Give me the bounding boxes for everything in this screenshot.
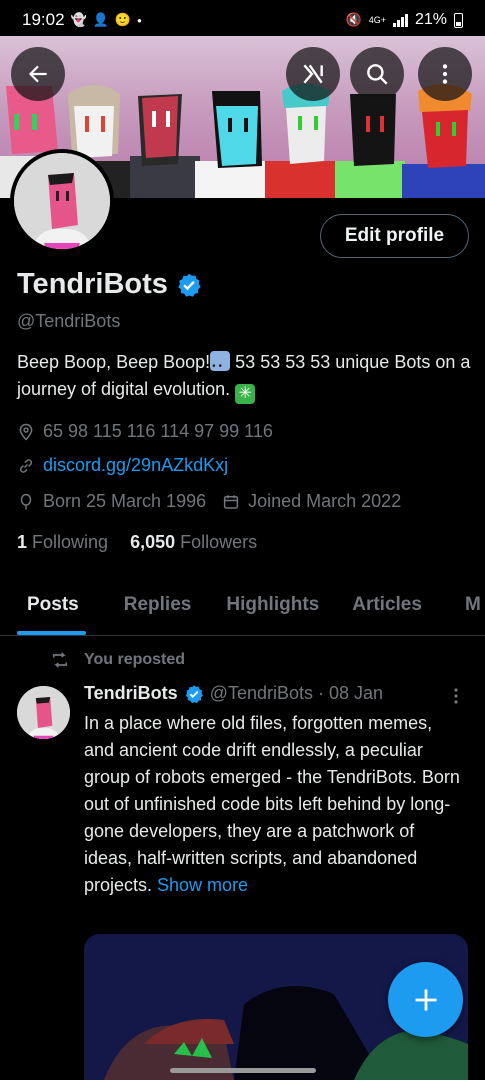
emoji-notification-icon: 🙂 xyxy=(114,12,132,27)
search-button[interactable] xyxy=(350,47,404,101)
repost-indicator: You reposted xyxy=(50,650,185,670)
search-icon xyxy=(367,64,388,85)
link-icon xyxy=(19,458,33,473)
profile-tabs: Posts Replies Highlights Articles M xyxy=(0,584,485,636)
show-more-link[interactable]: Show more xyxy=(157,875,248,895)
following-count: 1 xyxy=(17,532,28,552)
edit-profile-button[interactable]: Edit profile xyxy=(320,214,469,258)
profile-location: 65 98 115 116 114 97 99 116 xyxy=(17,421,273,442)
post-handle-date: @TendriBots · 08 Jan xyxy=(209,683,384,703)
compose-post-button[interactable] xyxy=(388,962,463,1037)
tab-posts[interactable]: Posts xyxy=(0,584,96,635)
arrow-left-icon xyxy=(28,65,47,83)
followers-count: 6,050 xyxy=(130,532,176,552)
verified-badge-icon[interactable] xyxy=(176,272,202,298)
status-bar: 19:02 👻 👤 🙂 • 🔇 4G+ 21% xyxy=(0,0,485,40)
dot-icon: • xyxy=(137,12,142,28)
tab-media[interactable]: M xyxy=(439,584,485,635)
repost-label: You reposted xyxy=(84,651,186,668)
profile-display-name: TendriBots xyxy=(17,268,168,300)
add-user-notification-icon: 👤 xyxy=(92,12,109,27)
profile-avatar[interactable] xyxy=(10,149,114,253)
avatar-bot-image xyxy=(14,153,110,249)
tab-articles[interactable]: Articles xyxy=(336,584,439,635)
verified-badge-icon xyxy=(185,684,203,703)
profile-website: discord.gg/29nAZkdKxj xyxy=(17,455,228,476)
grok-icon xyxy=(303,64,323,84)
website-link[interactable]: discord.gg/29nAZkdKxj xyxy=(43,455,228,476)
born-date: Born 25 March 1996 xyxy=(43,491,207,511)
following-link[interactable]: 1 Following xyxy=(17,532,108,553)
robot-emoji-icon xyxy=(210,351,231,380)
network-type: 4G+ xyxy=(368,14,386,25)
repost-icon xyxy=(52,652,68,668)
post-more-button[interactable] xyxy=(448,686,464,712)
signal-icon xyxy=(392,13,408,27)
post-author-avatar[interactable] xyxy=(17,686,70,739)
mute-icon: 🔇 xyxy=(345,12,362,27)
joined-date: Joined March 2022 xyxy=(248,491,402,511)
location-text: 65 98 115 116 114 97 99 116 xyxy=(43,421,273,441)
following-label: Following xyxy=(32,532,109,552)
post-text: In a place where old files, forgotten me… xyxy=(84,710,464,899)
post-body: In a place where old files, forgotten me… xyxy=(84,713,460,895)
profile-bio: Beep Boop, Beep Boop! 53 53 53 53 unique… xyxy=(17,349,472,404)
back-button[interactable] xyxy=(11,47,65,101)
home-indicator[interactable] xyxy=(170,1068,316,1073)
followers-link[interactable]: 6,050 Followers xyxy=(130,532,257,553)
battery-icon xyxy=(454,12,463,28)
status-time: 19:02 xyxy=(22,10,65,29)
profile-dates: Born 25 March 1996 Joined March 2022 xyxy=(17,491,401,512)
grok-button[interactable] xyxy=(286,47,340,101)
calendar-icon xyxy=(223,494,239,509)
location-pin-icon xyxy=(19,423,33,441)
profile-handle: @TendriBots xyxy=(17,311,121,331)
more-vertical-icon xyxy=(454,688,458,704)
more-vertical-icon xyxy=(442,64,448,84)
post-author-name[interactable]: TendriBots xyxy=(84,683,178,704)
plus-icon xyxy=(415,989,436,1010)
sparkle-emoji-icon: ✳ xyxy=(235,384,256,404)
post-avatar-image xyxy=(17,686,70,739)
followers-label: Followers xyxy=(180,532,258,552)
tab-highlights[interactable]: Highlights xyxy=(208,584,336,635)
status-left: 19:02 👻 👤 🙂 • xyxy=(22,10,142,30)
status-right: 🔇 4G+ 21% xyxy=(346,11,463,29)
balloon-icon xyxy=(20,493,32,509)
follow-stats: 1 Following 6,050 Followers xyxy=(17,532,257,553)
battery-percent: 21% xyxy=(414,11,447,28)
more-options-button[interactable] xyxy=(418,47,472,101)
profile-name-row: TendriBots xyxy=(17,268,202,301)
snapchat-icon: 👻 xyxy=(70,12,87,27)
bio-text-1: Beep Boop, Beep Boop! xyxy=(17,352,211,372)
post-header: TendriBots @TendriBots · 08 Jan xyxy=(84,683,383,704)
tab-replies[interactable]: Replies xyxy=(96,584,209,635)
